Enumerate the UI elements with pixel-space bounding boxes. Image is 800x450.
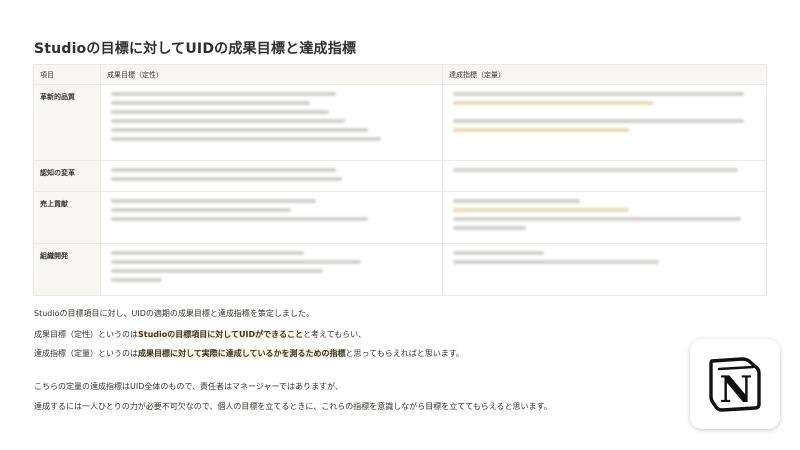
redacted-text [453,119,744,123]
redacted-text [111,251,304,255]
redacted-text [453,128,629,132]
row-label: 革新的品質 [33,84,101,161]
redacted-text [453,168,738,172]
metric-cell-blurred [442,243,767,296]
column-header-item: 項目 [33,64,101,85]
redacted-text [453,199,581,203]
paragraph-text: 成果目標（定性）というのは [34,330,138,339]
table-header-row: 項目 成果目標（定性） 達成指標（定量） [33,64,767,85]
highlighted-text: Studioの目標項目に対してUIDができること [138,330,303,339]
paragraph-intro: Studioの目標項目に対し、UIDの適期の成果目標と達成指標を策定しました。 [34,309,314,318]
notion-logo-card: N [690,339,780,429]
row-label: 認知の変革 [33,160,101,192]
metric-cell-blurred [442,191,767,244]
redacted-text [453,92,744,96]
redacted-text [111,208,291,212]
paragraph-text: と考えてもらい、 [302,330,367,339]
table-row: 認知の変革 [33,160,767,192]
paragraph-goal-definition: 成果目標（定性）というのはStudioの目標項目に対してUIDができることと考え… [34,330,366,340]
redacted-text [111,269,323,273]
metric-cell-blurred [442,160,767,192]
redacted-text [111,217,368,221]
row-label: 売上貢献 [33,191,101,244]
redacted-text [453,217,741,221]
goal-cell-blurred [100,84,443,161]
page-title: Studioの目標に対してUIDの成果目標と達成指標 [34,41,357,57]
document-page: Studioの目標に対してUIDの成果目標と達成指標 項目 成果目標（定性） 達… [0,0,800,450]
paragraph-ownership: こちらの定量の達成指標はUID全体のもので、責任者はマネージャーではありますが、 [34,382,343,391]
goals-table: 項目 成果目標（定性） 達成指標（定量） 革新的品質 認知の変革 売上貢献 組織… [33,64,767,296]
goal-cell-blurred [100,191,443,244]
table-row: 革新的品質 [33,84,767,161]
redacted-text [453,251,544,255]
redacted-text [111,101,311,105]
redacted-text [111,128,368,132]
paragraph-text: 達成指標（定量）というのは [34,349,138,358]
table-row: 組織開発 [33,243,767,296]
goal-cell-blurred [100,243,443,296]
redacted-text [453,208,629,212]
redacted-text [453,101,653,105]
redacted-text [111,137,381,141]
highlighted-text: 成果目標に対して実際に達成しているかを測るための指標 [138,349,346,358]
redacted-text [111,177,343,181]
table-row: 売上貢献 [33,191,767,244]
redacted-text [111,110,330,114]
column-header-metric: 達成指標（定量） [442,64,767,85]
redacted-text [111,278,163,282]
redacted-text [111,119,346,123]
redacted-text [111,168,336,172]
metric-cell-blurred [442,84,767,161]
paragraph-text: と思ってもらえればと思います。 [345,349,464,358]
notion-logo-icon: N [709,357,761,412]
column-header-goal: 成果目標（定性） [100,64,443,85]
redacted-text [111,92,336,96]
redacted-text [111,260,362,264]
notion-logo-glyph: N [720,369,753,411]
redacted-text [111,199,317,203]
paragraph-metric-definition: 達成指標（定量）というのは成果目標に対して実際に達成しているかを測るための指標と… [34,349,464,359]
goal-cell-blurred [100,160,443,192]
paragraph-individual-goals: 達成するには一人ひとりの力が必要不可欠なので、個人の目標を立てるときに、これらの… [34,402,552,411]
redacted-text [453,226,526,230]
row-label: 組織開発 [33,243,101,296]
redacted-text [453,260,660,264]
